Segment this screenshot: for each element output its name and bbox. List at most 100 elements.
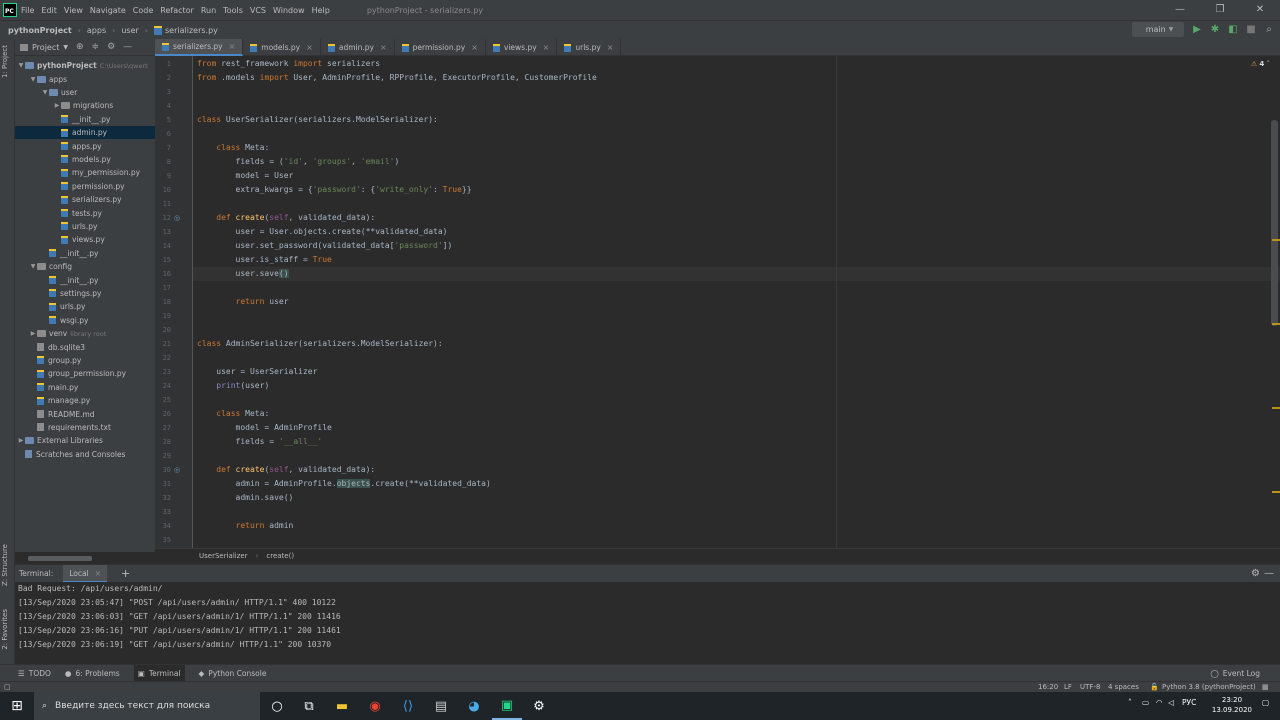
menu-navigate[interactable]: Navigate — [90, 6, 126, 15]
hide-icon[interactable]: — — [1264, 568, 1274, 579]
line-number[interactable]: 5 — [155, 113, 171, 127]
code-editor[interactable]: 1 2 3 4 5 6 7 8 9 10 11 12 ◎ 13 14 15 16 17 18 19 20 21 22 23 24… — [155, 56, 1280, 548]
tree-item[interactable]: __init__.py — [15, 273, 155, 286]
new-terminal-icon[interactable]: + — [121, 567, 130, 580]
tree-item[interactable]: requirements.txt — [15, 421, 155, 434]
wifi-icon[interactable]: ◠ — [1156, 698, 1163, 707]
chevron-right-icon[interactable]: ▶ — [53, 102, 61, 109]
menu-edit[interactable]: Edit — [41, 6, 57, 15]
editor-error-stripe[interactable] — [1270, 56, 1280, 548]
tree-item[interactable]: ▼ config — [15, 260, 155, 273]
line-number[interactable]: 21 — [155, 337, 171, 351]
gear-icon[interactable]: ⚙ — [107, 42, 115, 52]
code-line[interactable]: extra_kwargs = {'password': {'write_only… — [197, 183, 472, 197]
tree-item[interactable]: manage.py — [15, 394, 155, 407]
line-number[interactable]: 17 — [155, 281, 171, 295]
code-line[interactable]: from .models import User, AdminProfile, … — [197, 71, 597, 85]
menu-view[interactable]: View — [64, 6, 83, 15]
problems-tab[interactable]: ● 6: Problems — [65, 669, 120, 678]
coverage-icon[interactable]: ◧ — [1226, 22, 1240, 37]
code-line[interactable]: fields = '__all__' — [197, 435, 323, 449]
chevron-down-icon[interactable]: ▼ — [29, 76, 37, 83]
favorites-tool-tab[interactable]: 2: Favorites — [1, 609, 9, 650]
close-icon[interactable]: × — [380, 43, 387, 52]
tree-item[interactable]: admin.py — [15, 126, 155, 140]
close-icon[interactable]: × — [471, 43, 478, 52]
run-config-selector[interactable]: main ▼ — [1132, 22, 1184, 37]
editor-tab[interactable]: permission.py × — [395, 39, 486, 56]
line-separator[interactable]: LF — [1064, 682, 1072, 692]
nav-crumb-file[interactable]: serializers.py — [165, 26, 218, 35]
close-icon[interactable]: × — [607, 43, 614, 52]
nav-crumb-apps[interactable]: apps — [87, 26, 106, 35]
chevron-right-icon[interactable]: ▶ — [17, 437, 25, 444]
vscode-icon[interactable]: ⟨⟩ — [393, 692, 423, 720]
code-line[interactable]: admin.save() — [197, 491, 294, 505]
tree-item[interactable]: __init__.py — [15, 247, 155, 260]
line-number[interactable]: 18 — [155, 295, 171, 309]
close-icon[interactable]: × — [95, 569, 101, 578]
tree-item[interactable]: ▶ venv library root — [15, 327, 155, 340]
collapse-all-icon[interactable]: ≑ — [92, 42, 100, 52]
menu-run[interactable]: Run — [201, 6, 216, 15]
tree-item[interactable]: apps.py — [15, 139, 155, 152]
line-number[interactable]: 25 — [155, 393, 171, 407]
line-number[interactable]: 29 — [155, 449, 171, 463]
close-icon[interactable]: × — [229, 42, 236, 51]
lock-icon[interactable]: 🔓 — [1150, 682, 1159, 692]
menu-code[interactable]: Code — [133, 6, 153, 15]
close-button[interactable]: ✕ — [1240, 0, 1280, 20]
code-line[interactable]: user = User.objects.create(**validated_d… — [197, 225, 448, 239]
breadcrumb-class[interactable]: UserSerializer — [199, 552, 248, 560]
tree-item[interactable]: models.py — [15, 153, 155, 166]
editor-tab[interactable]: admin.py × — [321, 39, 395, 56]
chevron-down-icon[interactable]: ▼ — [17, 62, 25, 69]
tree-horizontal-scrollbar[interactable] — [28, 556, 92, 561]
warning-marker[interactable] — [1272, 491, 1280, 493]
code-line[interactable]: user.is_staff = True — [197, 253, 332, 267]
tree-item[interactable]: Scratches and Consoles — [15, 448, 155, 461]
todo-tab[interactable]: ☰ TODO — [18, 669, 51, 678]
menu-vcs[interactable]: VCS — [250, 6, 266, 15]
line-number[interactable]: 9 — [155, 169, 171, 183]
run-icon[interactable]: ▶ — [1190, 22, 1204, 37]
code-line[interactable]: def create(self, validated_data): — [197, 211, 375, 225]
line-number[interactable]: 31 — [155, 477, 171, 491]
structure-tool-tab[interactable]: Z: Structure — [1, 544, 9, 586]
line-number[interactable]: 11 — [155, 197, 171, 211]
indent-setting[interactable]: 4 spaces — [1108, 682, 1139, 692]
line-number[interactable]: 33 — [155, 505, 171, 519]
line-number[interactable]: 3 — [155, 85, 171, 99]
tree-item[interactable]: permission.py — [15, 180, 155, 193]
line-number[interactable]: 16 — [155, 267, 171, 281]
stop-icon[interactable]: ■ — [1244, 22, 1258, 37]
chrome-icon[interactable]: ◉ — [360, 692, 390, 720]
line-number[interactable]: 15 — [155, 253, 171, 267]
restore-button[interactable]: ❐ — [1200, 0, 1240, 20]
code-line[interactable]: return user — [197, 295, 289, 309]
locate-icon[interactable]: ⊕ — [76, 42, 84, 52]
debug-icon[interactable]: ✱ — [1208, 22, 1222, 37]
code-line[interactable]: from rest_framework import serializers — [197, 57, 380, 71]
nav-crumb-user[interactable]: user — [121, 26, 138, 35]
line-number[interactable]: 12 — [155, 211, 171, 225]
code-line[interactable]: admin = AdminProfile.objects.create(**va… — [197, 477, 491, 491]
taskbar-search[interactable]: ⌕ Введите здесь текст для поиска — [34, 692, 260, 720]
line-number[interactable]: 2 — [155, 71, 171, 85]
tree-item[interactable]: settings.py — [15, 287, 155, 300]
system-clock[interactable]: 23:20 13.09.2020 — [1212, 695, 1252, 715]
event-log-tab[interactable]: ◯ Event Log — [1210, 669, 1260, 678]
line-number[interactable]: 23 — [155, 365, 171, 379]
line-number[interactable]: 7 — [155, 141, 171, 155]
terminal-output[interactable]: Bad Request: /api/users/admin/ [13/Sep/20… — [15, 582, 1280, 664]
code-line[interactable]: class Meta: — [197, 141, 269, 155]
memory-indicator-icon[interactable]: ▦ — [1262, 682, 1269, 692]
windows-start-icon[interactable]: ⊞ — [0, 692, 34, 720]
network-icon[interactable]: ▭ — [1142, 698, 1149, 707]
code-line[interactable]: return admin — [197, 519, 294, 533]
minimize-button[interactable]: — — [1160, 0, 1200, 20]
line-number[interactable]: 27 — [155, 421, 171, 435]
pycharm-taskbar-icon[interactable]: ▣ — [492, 692, 522, 720]
tree-item[interactable]: main.py — [15, 381, 155, 394]
terminal-tab[interactable]: ▣ Terminal — [133, 664, 185, 682]
